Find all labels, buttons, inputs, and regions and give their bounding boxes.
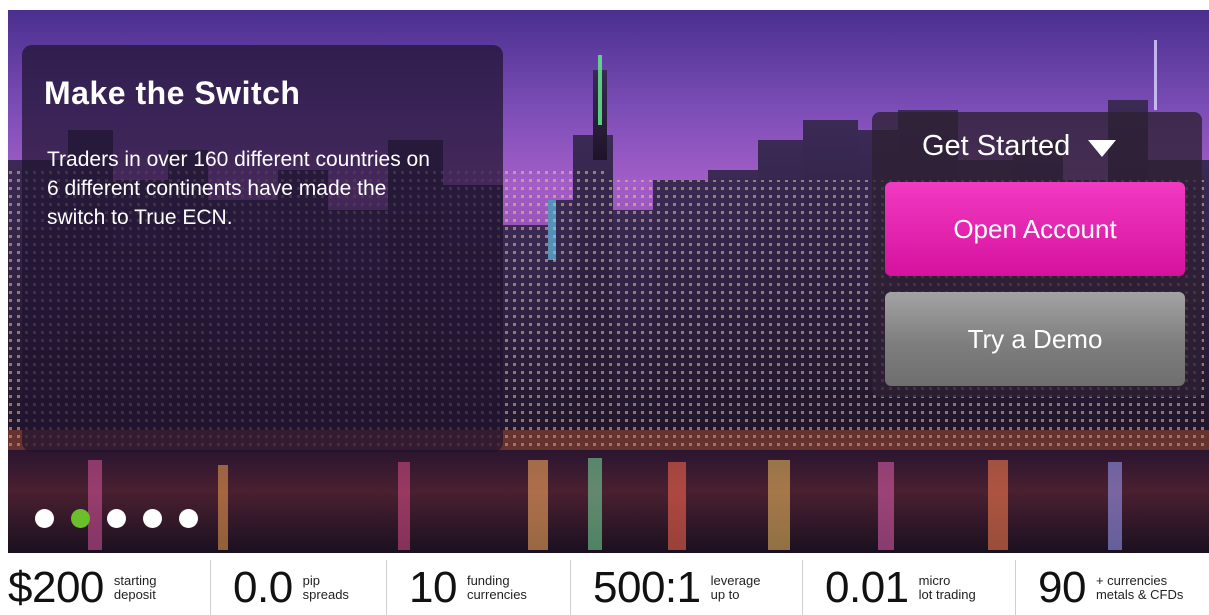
try-demo-button[interactable]: Try a Demo — [885, 292, 1185, 386]
slide-dot-4[interactable] — [143, 509, 162, 528]
stat-value: 10 — [409, 562, 457, 612]
slide-indicators — [35, 509, 198, 528]
get-started-panel: Get Started Open Account Try a Demo — [872, 112, 1202, 397]
slide-dot-2[interactable] — [71, 509, 90, 528]
get-started-toggle[interactable]: Get Started — [922, 130, 1117, 163]
stat-value: 0.0 — [233, 562, 293, 612]
stat-label: funding currencies — [466, 572, 527, 602]
stat-label: micro lot trading — [918, 572, 976, 602]
stat-item: 0.01 micro lot trading — [802, 560, 1015, 615]
caret-down-icon — [1088, 140, 1117, 157]
slide-dot-5[interactable] — [179, 509, 198, 528]
stat-label: leverage up to — [710, 572, 761, 602]
stat-label: starting deposit — [113, 572, 157, 602]
stat-value: 0.01 — [825, 562, 909, 612]
stat-item: $200 starting deposit — [0, 560, 210, 615]
stat-item: 500:1 leverage up to — [570, 560, 802, 615]
hero-banner: Make the Switch Traders in over 160 diff… — [8, 10, 1209, 553]
info-description: Traders in over 160 different countries … — [47, 148, 430, 229]
slide-dot-3[interactable] — [107, 509, 126, 528]
stat-label: pip spreads — [302, 572, 349, 602]
info-panel: Make the Switch Traders in over 160 diff… — [22, 45, 503, 452]
stat-item: 90 + currencies metals & CFDs — [1015, 560, 1209, 615]
open-account-button[interactable]: Open Account — [885, 182, 1185, 276]
stat-value: $200 — [8, 562, 104, 612]
stat-item: 10 funding currencies — [386, 560, 570, 615]
stat-value: 500:1 — [593, 562, 701, 612]
stats-bar: $200 starting deposit 0.0 pip spreads 10… — [0, 560, 1209, 615]
stat-value: 90 — [1038, 562, 1086, 612]
slide-dot-1[interactable] — [35, 509, 54, 528]
info-title: Make the Switch — [44, 75, 301, 111]
stat-label: + currencies metals & CFDs — [1095, 572, 1184, 602]
get-started-label: Get Started — [922, 130, 1071, 162]
stat-item: 0.0 pip spreads — [210, 560, 386, 615]
